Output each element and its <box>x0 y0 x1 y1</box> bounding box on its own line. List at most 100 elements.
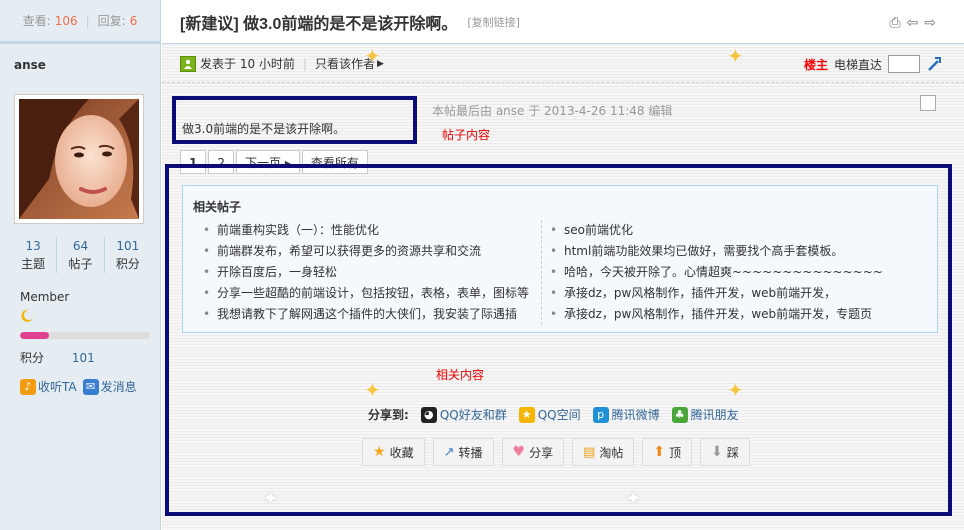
copy-link-button[interactable]: [复制链接] <box>467 14 520 30</box>
arrow-up-icon: ⬆ <box>653 444 666 460</box>
user-group[interactable]: Member <box>20 290 69 304</box>
related-link[interactable]: 前端重构实践（一）：性能优化 <box>201 220 531 241</box>
replies-count: 6 <box>129 13 138 28</box>
share-qzone[interactable]: ★ QQ空间 <box>518 406 581 423</box>
post-main: [新建议] 做3.0前端的是不是该开除啊。 [复制链接] ⎙ ⇦ ⇨ 发表于 1… <box>162 0 964 530</box>
points-value: 101 <box>71 351 95 365</box>
related-link[interactable]: seo前端优化 <box>548 220 921 241</box>
mail-icon: ✉ <box>82 378 99 395</box>
floor-navigation: 楼主 电梯直达 <box>804 55 942 73</box>
related-link[interactable]: 开除百度后，一身轻松 <box>201 262 531 283</box>
decor-star-icon: ✦ <box>727 378 744 402</box>
share-qq-friends-label: QQ好友和群 <box>439 408 507 422</box>
clover-icon: ♣ <box>671 406 688 423</box>
share-pengyou-label: 腾讯朋友 <box>690 408 739 422</box>
floor-number-input[interactable] <box>888 55 920 73</box>
related-link[interactable]: 承接dz，pw风格制作，插件开发，web前端开发，专题页 <box>548 304 921 325</box>
follow-icon: ♪ <box>20 378 36 395</box>
user-online-icon <box>184 59 192 69</box>
annotation-label-related: 相关内容 <box>436 368 485 382</box>
follow-label: 收听TA <box>38 380 77 394</box>
share-qq-friends[interactable]: ◕ QQ好友和群 <box>420 406 507 423</box>
heart-icon: ♥ <box>512 444 526 460</box>
avatar[interactable] <box>14 94 144 224</box>
qq-penguin-icon: ◕ <box>420 406 437 423</box>
moon-icon <box>21 309 33 322</box>
stats-divider: | <box>85 13 90 28</box>
user-sidebar: 查看: 106 | 回复: 6 anse 13 主题 64 帖子 101 积分 … <box>0 0 161 530</box>
points-label: 积分 <box>20 351 45 365</box>
stat-posts-label: 帖子 <box>68 257 93 271</box>
follow-link[interactable]: ♪ 收听TA <box>20 378 77 395</box>
views-label: 查看: <box>22 14 51 28</box>
share-tencent-weibo[interactable]: p 腾讯微博 <box>592 406 660 423</box>
stat-points[interactable]: 101 积分 <box>103 237 151 273</box>
weibo-icon: p <box>592 406 609 423</box>
downvote-button[interactable]: ⬇ 踩 <box>700 438 750 466</box>
related-link[interactable]: 承接dz，pw风格制作，插件开发，web前端开发， <box>548 283 921 304</box>
author-stats: 13 主题 64 帖子 101 积分 <box>10 237 151 273</box>
related-link[interactable]: 前端群发布，希望可以获得更多的资源共享和交流 <box>201 241 531 262</box>
related-link[interactable]: 哈哈，今天被开除了。心情超爽~~~~~~~~~~~~~~~ <box>548 262 921 283</box>
next-thread-icon[interactable]: ⇨ <box>924 15 936 31</box>
go-floor-icon[interactable] <box>926 56 942 72</box>
send-message-link[interactable]: ✉ 发消息 <box>82 378 137 395</box>
repost-label: 转播 <box>458 445 483 460</box>
print-icon[interactable]: ⎙ <box>889 15 900 31</box>
user-actions: ♪ 收听TA ✉ 发消息 <box>20 378 137 395</box>
decor-star-icon: ✦ <box>364 44 381 68</box>
views-count: 106 <box>54 13 78 28</box>
share-weibo-label: 腾讯微博 <box>611 408 660 422</box>
related-threads: 相关帖子 前端重构实践（一）：性能优化 前端群发布，希望可以获得更多的资源共享和… <box>182 185 938 333</box>
related-list-left: 前端重构实践（一）：性能优化 前端群发布，希望可以获得更多的资源共享和交流 开除… <box>201 220 531 325</box>
title-toolbar: ⎙ ⇦ ⇨ <box>889 15 936 31</box>
stat-posts-value[interactable]: 64 <box>57 237 103 255</box>
author-username[interactable]: anse <box>0 44 160 89</box>
post-meta-bar: 发表于 10 小时前 | 只看该作者 ▶ 楼主 电梯直达 <box>162 45 964 83</box>
collect-icon: ▤ <box>583 444 596 460</box>
level-progress-fill <box>20 332 49 339</box>
qzone-icon: ★ <box>518 406 535 423</box>
annotation-box-post <box>172 96 417 144</box>
decor-star-icon: ✦ <box>727 44 744 68</box>
thread-stats: 查看: 106 | 回复: 6 <box>0 0 160 44</box>
thread-title-bar: [新建议] 做3.0前端的是不是该开除啊。 [复制链接] ⎙ ⇦ ⇨ <box>162 0 964 44</box>
related-link[interactable]: 分享一些超酷的前端设计，包括按钮，表格，表单，图标等 <box>201 283 531 304</box>
decor-star-icon: ✦ <box>625 486 642 510</box>
share-label: 分享到: <box>368 408 409 422</box>
send-message-label: 发消息 <box>100 380 137 394</box>
upvote-label: 顶 <box>669 445 682 460</box>
avatar-image[interactable] <box>19 99 139 219</box>
related-link[interactable]: 我想请教下了解网遇这个插件的大侠们，我安装了际遇插 <box>201 304 531 325</box>
prev-thread-icon[interactable]: ⇦ <box>907 15 919 31</box>
meta-divider: | <box>302 56 307 71</box>
collect-button[interactable]: ▤ 淘帖 <box>572 438 635 466</box>
arrow-down-icon: ⬇ <box>711 444 723 460</box>
stat-points-label: 积分 <box>115 257 140 271</box>
replies-label: 回复: <box>97 14 126 28</box>
share-tencent-pengyou[interactable]: ♣ 腾讯朋友 <box>671 406 739 423</box>
edit-note: 本帖最后由 anse 于 2013-4-26 11:48 编辑 <box>432 104 673 118</box>
decor-star-icon: ✦ <box>364 378 381 402</box>
favorite-button[interactable]: ★ 收藏 <box>362 438 425 466</box>
share-button[interactable]: ♥ 分享 <box>501 438 565 466</box>
stat-threads-label: 主题 <box>21 257 46 271</box>
favorite-label: 收藏 <box>389 445 414 460</box>
related-title: 相关帖子 <box>193 200 242 214</box>
upvote-button[interactable]: ⬆ 顶 <box>642 438 693 466</box>
share-qzone-label: QQ空间 <box>537 408 581 422</box>
online-status-icon <box>180 55 196 72</box>
post-actions: ★ 收藏 ↗ 转播 ♥ 分享 ▤ 淘帖 ⬆ 顶 ⬇ 踩 <box>362 438 750 466</box>
points-row: 积分 101 <box>20 349 95 366</box>
broken-image-icon <box>920 95 936 111</box>
stat-threads[interactable]: 13 主题 <box>10 237 56 273</box>
floor-owner-label: 楼主 <box>803 57 828 72</box>
stat-posts[interactable]: 64 帖子 <box>56 237 103 273</box>
stat-threads-value[interactable]: 13 <box>10 237 56 255</box>
repost-button[interactable]: ↗ 转播 <box>432 438 494 466</box>
stat-points-value[interactable]: 101 <box>105 237 151 255</box>
share-action-label: 分享 <box>529 445 554 460</box>
downvote-label: 踩 <box>726 445 739 460</box>
post-time: 发表于 10 小时前 <box>200 57 295 71</box>
related-link[interactable]: html前端功能效果均已做好，需要找个高手套模板。 <box>548 241 921 262</box>
